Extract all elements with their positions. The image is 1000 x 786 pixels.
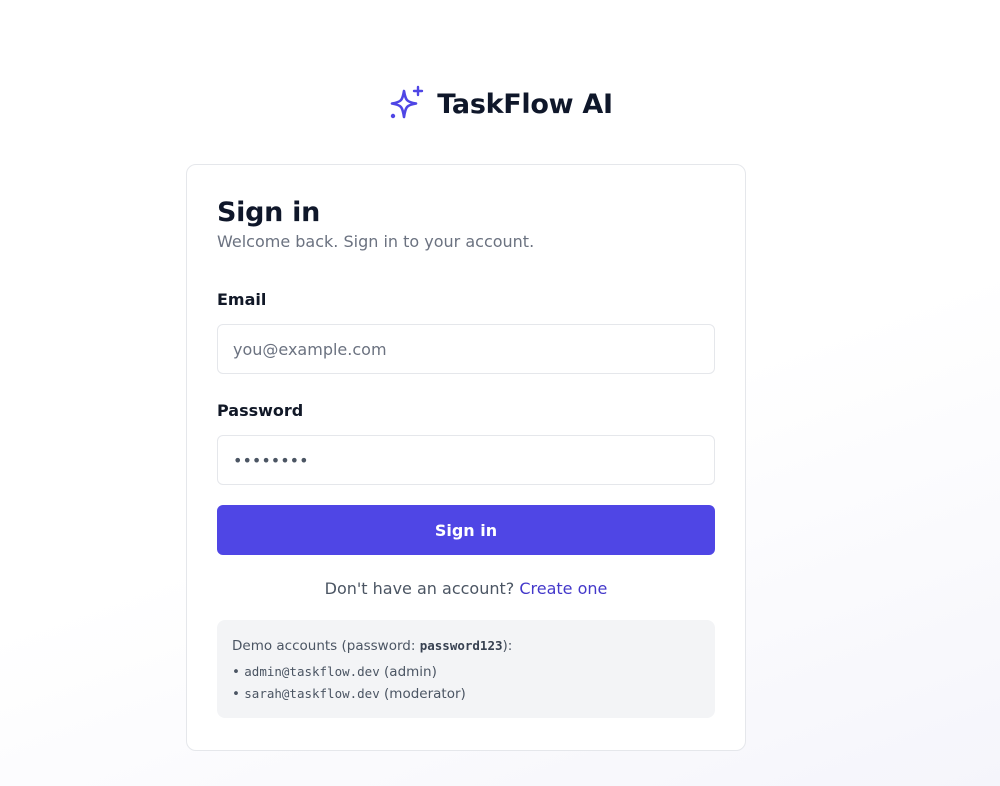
demo-account-item: • sarah@taskflow.dev (moderator) [232, 686, 466, 702]
demo-account-email: admin@taskflow.dev [244, 664, 380, 679]
brand-header: TaskFlow AI [0, 84, 1000, 124]
create-account-link[interactable]: Create one [519, 579, 607, 598]
demo-accounts-box: Demo accounts (password: password123): •… [217, 620, 715, 718]
demo-account-item: • admin@taskflow.dev (admin) [232, 664, 437, 680]
demo-account-email: sarah@taskflow.dev [244, 686, 380, 701]
sign-in-button[interactable]: Sign in [217, 505, 715, 555]
password-label: Password [217, 401, 304, 420]
password-field[interactable] [217, 435, 715, 485]
sparkles-icon [387, 84, 427, 124]
demo-accounts-list: • admin@taskflow.dev (admin) • sarah@tas… [232, 661, 700, 705]
demo-account-role: (admin) [384, 664, 437, 680]
demo-password: password123 [419, 638, 503, 653]
demo-accounts-title: Demo accounts (password: password123): [232, 637, 700, 655]
demo-account-role: (moderator) [384, 686, 466, 702]
demo-title-prefix: Demo accounts (password: [232, 638, 420, 654]
demo-title-suffix: ): [502, 638, 513, 654]
signin-form: Email Password Sign in [217, 289, 715, 555]
page-subtitle: Welcome back. Sign in to your account. [217, 232, 535, 251]
brand-name: TaskFlow AI [437, 88, 613, 120]
email-label: Email [217, 290, 267, 309]
signup-prompt: Don't have an account? Create one [217, 579, 715, 599]
signup-prompt-text: Don't have an account? [324, 579, 515, 598]
email-field[interactable] [217, 324, 715, 374]
signin-card: Sign in Welcome back. Sign in to your ac… [186, 164, 746, 751]
page-title: Sign in [217, 197, 321, 228]
